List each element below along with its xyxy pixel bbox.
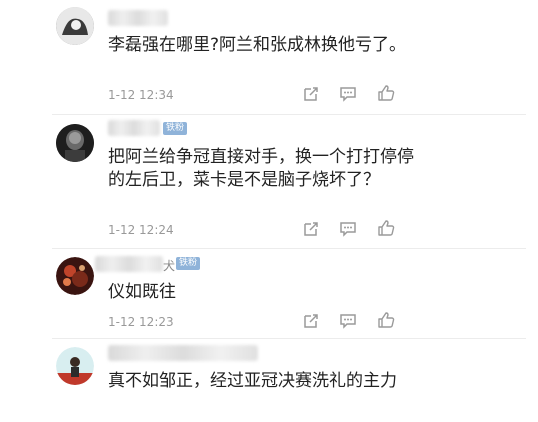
comment-icon[interactable]	[339, 312, 357, 330]
comment-text: 李磊强在哪里?阿兰和张成林换他亏了。	[108, 35, 407, 55]
fan-badge: 铁粉	[163, 122, 188, 135]
username-tail[interactable]: 犬	[163, 257, 175, 274]
thumbs-up-icon[interactable]	[377, 311, 395, 329]
comment-time: 1-12 12:23	[108, 315, 174, 329]
username-blurred[interactable]	[108, 345, 258, 361]
username-blurred[interactable]	[108, 10, 168, 26]
comment-text: 把阿兰给争冠直接对手，换一个打打停停的左后卫，菜卡是不是脑子烧坏了？	[108, 147, 414, 190]
comment-text: 仪如既往	[108, 282, 176, 302]
avatar[interactable]	[56, 257, 94, 295]
comment-item: 李磊强在哪里?阿兰和张成林换他亏了。 1-12 12:34	[0, 0, 538, 114]
share-icon[interactable]	[302, 312, 320, 330]
comment-item: 犬 铁粉 仪如既往 1-12 12:23	[0, 249, 538, 338]
thumbs-up-icon[interactable]	[377, 219, 395, 237]
comment-list: 李磊强在哪里?阿兰和张成林换他亏了。 1-12 12:34 铁粉 把阿兰给争冠直…	[0, 0, 538, 422]
comment-icon[interactable]	[339, 85, 357, 103]
comment-time: 1-12 12:24	[108, 223, 174, 237]
avatar[interactable]	[56, 7, 94, 45]
comment-icon[interactable]	[339, 220, 357, 238]
username-blurred[interactable]	[95, 256, 163, 272]
fan-badge: 铁粉	[176, 257, 201, 270]
thumbs-up-icon[interactable]	[377, 84, 395, 102]
avatar[interactable]	[56, 347, 94, 385]
comment-item: 铁粉 把阿兰给争冠直接对手，换一个打打停停的左后卫，菜卡是不是脑子烧坏了？ 1-…	[0, 115, 538, 248]
username-blurred[interactable]	[108, 120, 160, 136]
share-icon[interactable]	[302, 220, 320, 238]
avatar[interactable]	[56, 124, 94, 162]
comment-item: 真不如邹正，经过亚冠决赛洗礼的主力	[0, 339, 538, 422]
comment-time: 1-12 12:34	[108, 88, 174, 102]
comment-text: 真不如邹正，经过亚冠决赛洗礼的主力	[108, 371, 397, 391]
share-icon[interactable]	[302, 85, 320, 103]
